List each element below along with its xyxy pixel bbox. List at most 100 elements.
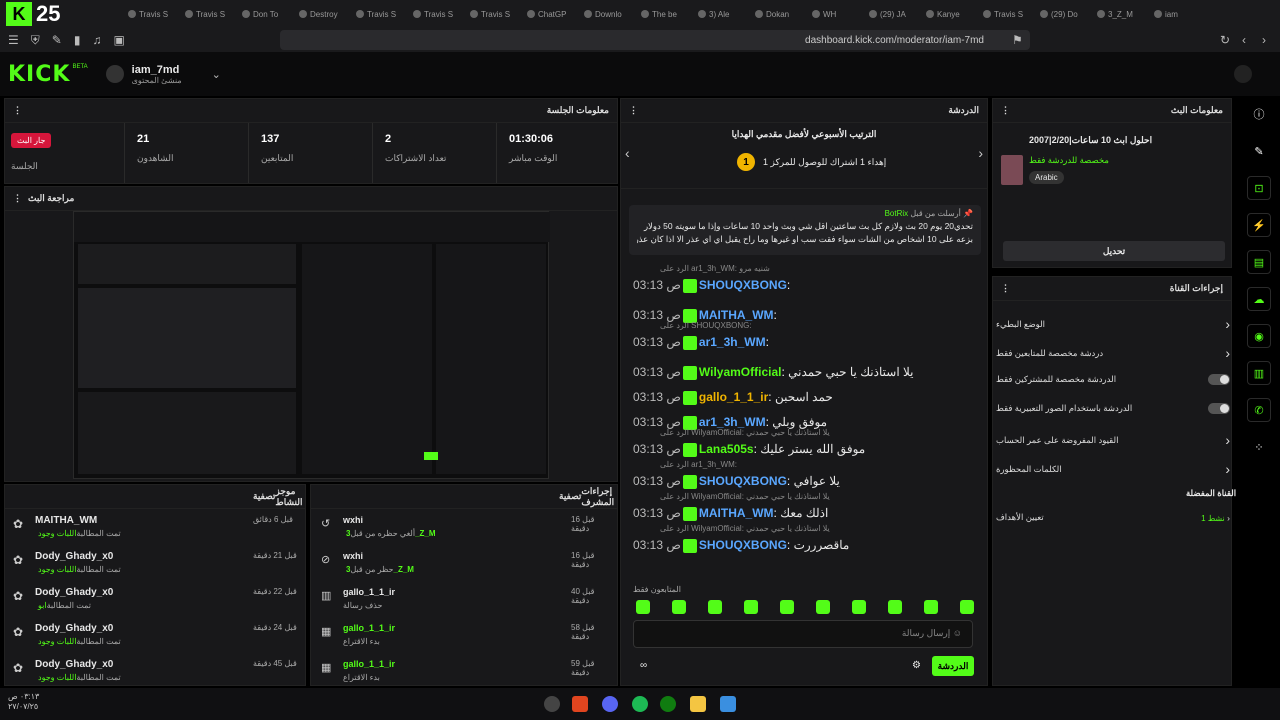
document-icon[interactable]: ▤	[1247, 250, 1271, 274]
shield-icon[interactable]: ⛨	[31, 33, 40, 48]
settings-icon[interactable]: ⚙	[912, 660, 921, 671]
emote-icon[interactable]	[744, 600, 758, 614]
toggle-switch[interactable]	[1208, 403, 1230, 414]
message-username[interactable]: SHOUQXBONG	[699, 278, 787, 292]
more-icon[interactable]: ⋮	[1001, 105, 1010, 116]
wrench-icon[interactable]: ✆	[1247, 398, 1271, 422]
browser-tab[interactable]: 3) Ale	[694, 10, 751, 19]
channel-action-row[interactable]: دردشة مخصصة للمتابعين فقط ›	[996, 345, 1230, 361]
forward-icon[interactable]: ›	[1262, 33, 1266, 47]
info-icon[interactable]: ⓘ	[1247, 102, 1271, 126]
channel-action-row[interactable]: الدردشة مخصصة للمشتركين فقط	[996, 374, 1230, 385]
address-bar[interactable]: dashboard.kick.com/moderator/iam-7md	[280, 30, 1030, 50]
browser-tab[interactable]: (29) JA	[865, 10, 922, 19]
emote-icon[interactable]	[924, 600, 938, 614]
more-icon[interactable]: ⋮	[13, 193, 22, 204]
message-username[interactable]: Lana505s	[699, 442, 754, 456]
avatar[interactable]	[105, 65, 124, 83]
search-taskbar-icon[interactable]	[544, 696, 560, 712]
pencil-icon[interactable]: ✎	[1247, 139, 1271, 163]
layout-icon[interactable]: ▥	[1247, 361, 1271, 385]
message-username[interactable]: gallo_1_1_ir	[699, 390, 768, 404]
browser-tab[interactable]: Kanye	[922, 10, 979, 19]
message-username[interactable]: WilyamOfficial	[699, 365, 782, 379]
toggle-switch[interactable]	[1208, 374, 1230, 385]
chevron-down-icon[interactable]: ⌄	[212, 68, 221, 81]
browser-tab[interactable]: Dokan	[751, 10, 808, 19]
emote-icon[interactable]	[780, 600, 794, 614]
channel-action-row[interactable]: الدردشة باستخدام الصور التعبيرية فقط	[996, 403, 1230, 414]
browser-tab[interactable]: Destroy	[295, 10, 352, 19]
profile-avatar[interactable]	[1234, 65, 1252, 83]
mod-user[interactable]: wxhi	[343, 551, 363, 561]
file-explorer-icon[interactable]	[690, 696, 706, 712]
focus-icon[interactable]: ⊡	[1247, 176, 1271, 200]
message-username[interactable]: MAITHA_WM	[699, 308, 774, 322]
chevron-left-icon[interactable]: ‹	[625, 145, 630, 161]
lightning-icon[interactable]: ⚡	[1247, 213, 1271, 237]
mod-user[interactable]: wxhi	[343, 515, 363, 525]
message-username[interactable]: SHOUQXBONG	[699, 538, 787, 552]
mod-user[interactable]: gallo_1_1_ir	[343, 659, 395, 669]
browser-tab[interactable]: Travis S	[979, 10, 1036, 19]
more-icon[interactable]: ⋮	[13, 105, 22, 116]
filter-button[interactable]: تصفية	[559, 491, 581, 502]
back-icon[interactable]: ‹	[1242, 33, 1246, 47]
emoji-icon[interactable]: ☺	[953, 628, 962, 638]
bookmark-icon[interactable]: ⚑	[1012, 33, 1023, 47]
xbox-taskbar-icon[interactable]	[660, 696, 676, 712]
browser-tab[interactable]: Downlo	[580, 10, 637, 19]
browser-tab[interactable]: Travis S	[181, 10, 238, 19]
dots-icon[interactable]: ⁘	[1247, 435, 1271, 459]
reload-icon[interactable]: ↻	[1220, 33, 1230, 47]
browser-tab[interactable]: Travis S	[124, 10, 181, 19]
browser-tab[interactable]: Travis S	[409, 10, 466, 19]
chat-bubble-icon[interactable]: ☁	[1247, 287, 1271, 311]
browser-tab[interactable]: Travis S	[466, 10, 523, 19]
activity-user[interactable]: MAITHA_WM	[35, 515, 97, 526]
emote-icon[interactable]	[636, 600, 650, 614]
browser-tab[interactable]: Travis S	[352, 10, 409, 19]
edit-stream-button[interactable]: تحديل	[1003, 241, 1225, 261]
filter-button[interactable]: تصفية	[253, 491, 275, 502]
menu-icon[interactable]: ☰	[8, 33, 19, 47]
message-username[interactable]: ar1_3h_WM	[699, 415, 766, 429]
more-icon[interactable]: ⋮	[629, 105, 638, 116]
brave-taskbar-icon[interactable]	[572, 696, 588, 712]
chevron-right-icon[interactable]: ›	[978, 145, 983, 161]
set-goals-row[interactable]: تعيين الأهداف نشط 1 ›	[996, 512, 1230, 523]
mod-user[interactable]: gallo_1_1_ir	[343, 623, 395, 633]
message-username[interactable]: SHOUQXBONG	[699, 474, 787, 488]
activity-user[interactable]: Dody_Ghady_x0	[35, 587, 113, 598]
browser-tab[interactable]: 3_Z_M	[1093, 10, 1150, 19]
browser-tab[interactable]: (29) Do	[1036, 10, 1093, 19]
send-chat-button[interactable]: الدردشة	[932, 656, 974, 676]
sidebar-icon[interactable]: ▮	[74, 33, 81, 47]
extensions-icon[interactable]: ✎	[52, 33, 62, 47]
channel-action-row[interactable]: القيود المفروضة على عمر الحساب ›	[996, 432, 1230, 448]
browser-tab[interactable]: The be	[637, 10, 694, 19]
chat-input[interactable]: ☺ إرسال رسالة	[633, 620, 973, 648]
music-icon[interactable]: ♫	[92, 33, 101, 47]
infinity-icon[interactable]: ∞	[640, 660, 647, 671]
channel-switcher[interactable]: iam_7md منشئ المحتوى	[132, 64, 182, 85]
category-name[interactable]: مخصصة للدردشة فقط	[1029, 155, 1109, 166]
emote-icon[interactable]	[816, 600, 830, 614]
browser-tab[interactable]: Don To	[238, 10, 295, 19]
kick-logo[interactable]: KICK	[8, 62, 70, 87]
message-username[interactable]: ar1_3h_WM	[699, 335, 766, 349]
discord-taskbar-icon[interactable]	[602, 696, 618, 712]
pinned-user[interactable]: BotRix	[885, 209, 909, 218]
windows-start-icon[interactable]	[720, 696, 736, 712]
message-username[interactable]: MAITHA_WM	[699, 506, 774, 520]
screenshot-icon[interactable]: ▣	[113, 33, 124, 47]
spotify-taskbar-icon[interactable]	[632, 696, 648, 712]
emote-icon[interactable]	[708, 600, 722, 614]
browser-tab[interactable]: ChatGP	[523, 10, 580, 19]
mod-user[interactable]: gallo_1_1_ir	[343, 587, 395, 597]
channel-action-row[interactable]: الوضع البطيء ›	[996, 316, 1230, 332]
emote-icon[interactable]	[960, 600, 974, 614]
emote-icon[interactable]	[888, 600, 902, 614]
activity-user[interactable]: Dody_Ghady_x0	[35, 623, 113, 634]
browser-tab[interactable]: WH	[808, 10, 865, 19]
